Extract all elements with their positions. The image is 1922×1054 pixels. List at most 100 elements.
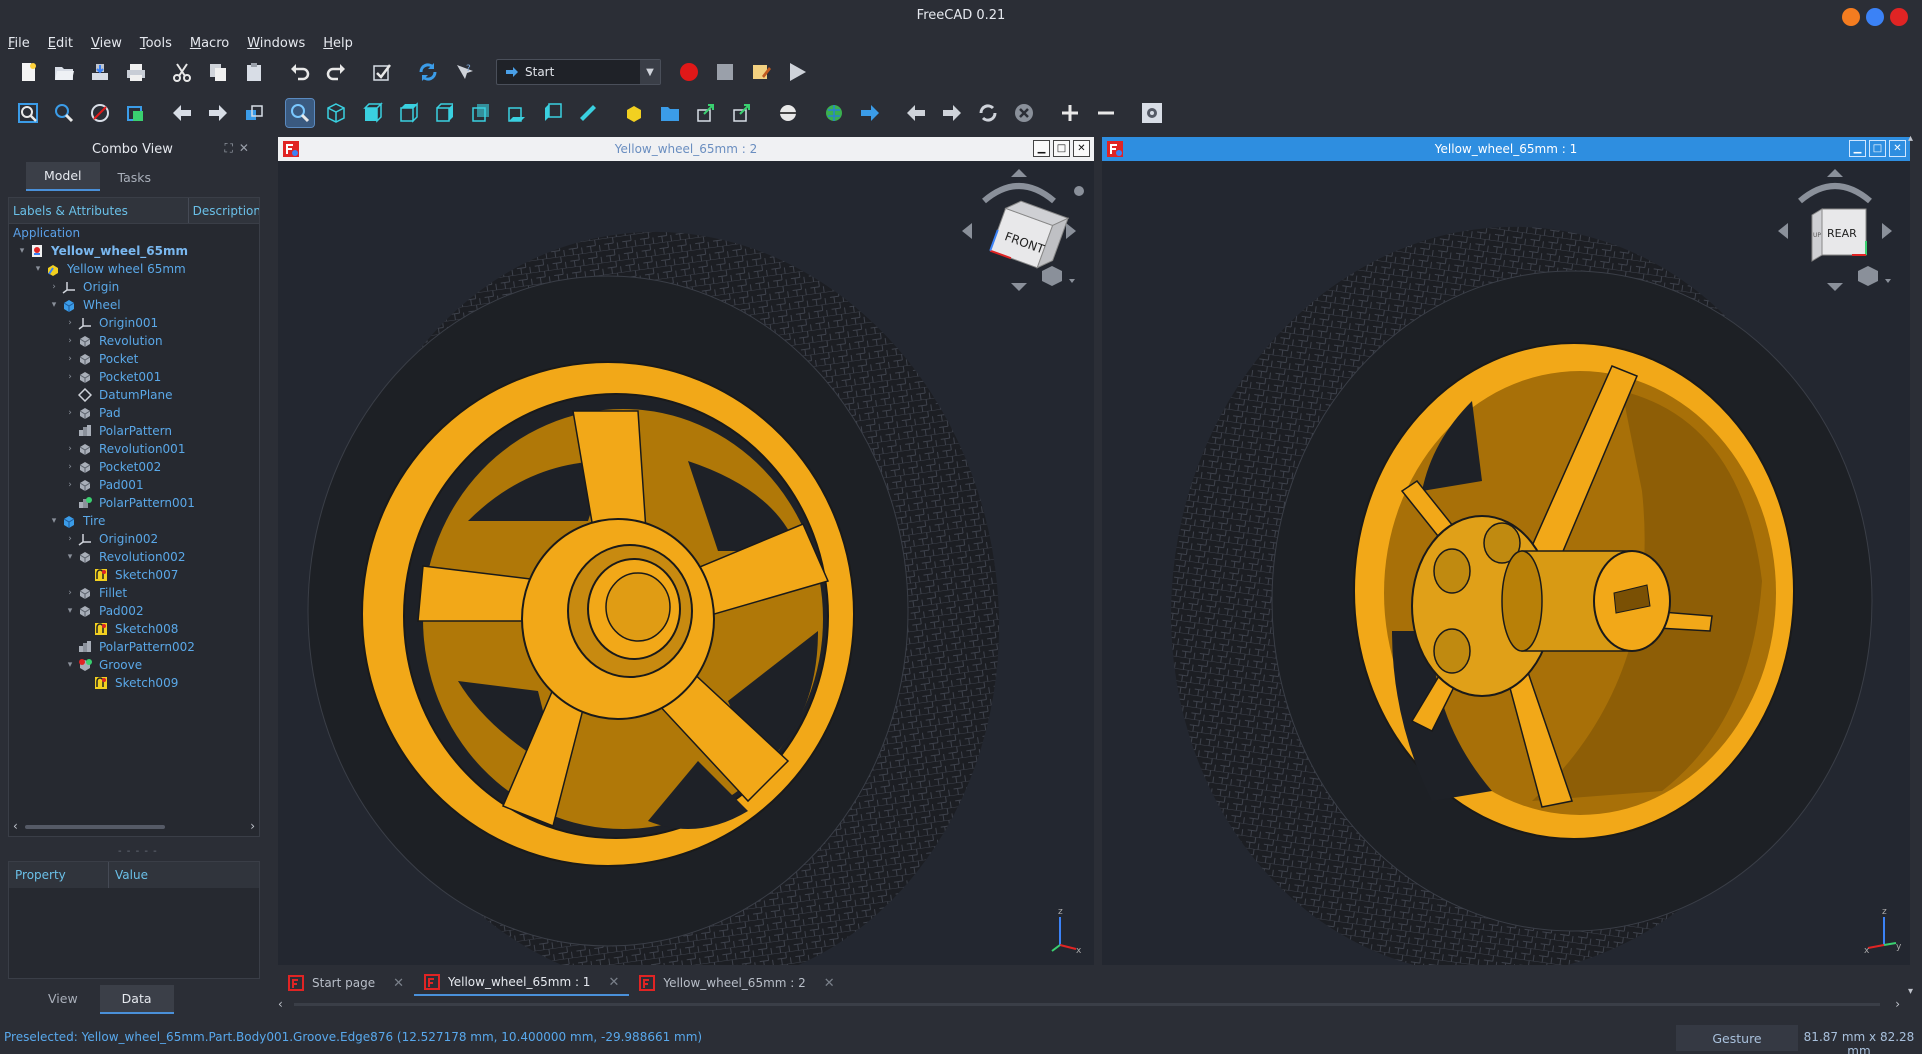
measure-distance-button[interactable] [574, 99, 602, 127]
create-part-button[interactable] [620, 99, 648, 127]
view-right-button[interactable] [430, 99, 458, 127]
3d-viewport[interactable]: FRONT z x [278, 161, 1094, 965]
collapsed-arrow-icon[interactable]: › [63, 462, 77, 472]
mdi-horizontal-scrollbar[interactable]: ‹ › [278, 997, 1900, 1012]
navigation-style-button[interactable]: Gesture [1676, 1025, 1798, 1051]
collapsed-arrow-icon[interactable]: › [63, 318, 77, 328]
expanded-arrow-icon[interactable]: ▾ [15, 246, 29, 256]
view-rear-button[interactable] [466, 99, 494, 127]
value-column-header[interactable]: Value [109, 862, 154, 888]
mdi-vertical-scrollbar[interactable]: ▴ ▾ [1908, 133, 1918, 997]
doc-tab-view-1[interactable]: Yellow_wheel_65mm : 1 ✕ [414, 970, 630, 996]
tree-item[interactable]: Sketch008 [9, 620, 259, 638]
collapsed-arrow-icon[interactable]: › [63, 354, 77, 364]
view-window-2[interactable]: Yellow_wheel_65mm : 2 ▁ □ ✕ FRONT z x [278, 137, 1094, 965]
close-tab-icon[interactable]: ✕ [393, 976, 404, 991]
cut-button[interactable] [168, 58, 196, 86]
tree-item[interactable]: Sketch007 [9, 566, 259, 584]
collapsed-arrow-icon[interactable]: › [63, 480, 77, 490]
std-view-group-button[interactable] [285, 98, 315, 128]
close-button[interactable] [1890, 8, 1908, 26]
link-actions-button[interactable] [728, 99, 756, 127]
chevron-left-icon[interactable]: ‹ [13, 819, 18, 833]
view-bottom-button[interactable] [502, 99, 530, 127]
tree-item[interactable]: ▾ Pad002 [9, 602, 259, 620]
undo-button[interactable] [286, 58, 314, 86]
web-start-button[interactable] [820, 99, 848, 127]
print-button[interactable] [122, 58, 150, 86]
fit-all-button[interactable] [14, 99, 42, 127]
web-back-button[interactable] [902, 99, 930, 127]
maximize-view-button[interactable]: □ [1869, 140, 1886, 157]
expanded-arrow-icon[interactable]: ▾ [63, 606, 77, 616]
back-button[interactable] [168, 99, 196, 127]
model-tree[interactable]: Labels & Attributes Description Applicat… [8, 197, 260, 837]
tree-item[interactable]: ▾ Groove [9, 656, 259, 674]
minimize-view-button[interactable]: ▁ [1033, 140, 1050, 157]
new-document-button[interactable] [14, 58, 42, 86]
tree-horizontal-scrollbar[interactable]: ‹ › [13, 819, 255, 833]
tree-item[interactable]: › Pad [9, 404, 259, 422]
tree-item[interactable]: ▾ Yellow_wheel_65mm [9, 242, 259, 260]
close-view-button[interactable]: ✕ [1889, 140, 1906, 157]
collapsed-arrow-icon[interactable]: › [63, 444, 77, 454]
navigation-cube[interactable]: REAR UP [1760, 161, 1910, 301]
doc-tab-view-2[interactable]: Yellow_wheel_65mm : 2 ✕ [629, 970, 844, 996]
draw-style-button[interactable] [86, 99, 114, 127]
tree-item[interactable]: ▾ Yellow wheel 65mm [9, 260, 259, 278]
doc-tab-start-page[interactable]: Start page ✕ [278, 970, 414, 996]
expanded-arrow-icon[interactable]: ▾ [31, 264, 45, 274]
panel-controls[interactable]: ⛶✕ [225, 141, 255, 156]
view-left-button[interactable] [538, 99, 566, 127]
tree-item[interactable]: › Fillet [9, 584, 259, 602]
chevron-right-icon[interactable]: › [1895, 997, 1900, 1011]
close-tab-icon[interactable]: ✕ [824, 976, 835, 991]
whats-this-button[interactable]: ? [450, 58, 478, 86]
tree-item[interactable]: ▾ Revolution002 [9, 548, 259, 566]
menu-view[interactable]: View [89, 34, 124, 56]
expanded-arrow-icon[interactable]: ▾ [63, 552, 77, 562]
minimize-view-button[interactable]: ▁ [1849, 140, 1866, 157]
collapsed-arrow-icon[interactable]: › [63, 372, 77, 382]
tab-data[interactable]: Data [99, 985, 174, 1014]
chevron-down-icon[interactable]: ▾ [1908, 986, 1913, 997]
expanded-arrow-icon[interactable]: ▾ [47, 300, 61, 310]
copy-button[interactable] [204, 58, 232, 86]
preferences-button[interactable] [1138, 99, 1166, 127]
tree-item[interactable]: ▾ Wheel [9, 296, 259, 314]
tree-item[interactable]: › Origin002 [9, 530, 259, 548]
web-forward-button[interactable] [938, 99, 966, 127]
redo-button[interactable] [322, 58, 350, 86]
chevron-up-icon[interactable]: ▴ [1908, 133, 1913, 144]
tree-item[interactable]: PolarPattern [9, 422, 259, 440]
maximize-view-button[interactable]: □ [1053, 140, 1070, 157]
collapsed-arrow-icon[interactable]: › [63, 534, 77, 544]
macro-play-button[interactable] [783, 58, 811, 86]
macro-edit-button[interactable] [747, 58, 775, 86]
expanded-arrow-icon[interactable]: ▾ [63, 660, 77, 670]
view-top-button[interactable] [394, 99, 422, 127]
menu-windows[interactable]: Windows [245, 34, 307, 56]
3d-viewport[interactable]: REAR UP z x y [1102, 161, 1910, 965]
tree-column-labels[interactable]: Labels & Attributes [9, 198, 189, 223]
tree-item[interactable]: › Origin [9, 278, 259, 296]
stereo-button[interactable] [240, 99, 268, 127]
tree-column-description[interactable]: Description [189, 198, 259, 223]
menu-edit[interactable]: Edit [46, 34, 75, 56]
view-window-titlebar[interactable]: Yellow_wheel_65mm : 1 ▁ □ ✕ [1102, 137, 1910, 161]
collapsed-arrow-icon[interactable]: › [63, 588, 77, 598]
close-tab-icon[interactable]: ✕ [608, 975, 619, 990]
tree-item[interactable]: › Origin001 [9, 314, 259, 332]
workbench-selector[interactable]: Start ▼ [496, 59, 661, 85]
save-button[interactable] [86, 58, 114, 86]
property-column-header[interactable]: Property [9, 862, 109, 888]
view-window-titlebar[interactable]: Yellow_wheel_65mm : 2 ▁ □ ✕ [278, 137, 1094, 161]
tree-item[interactable]: DatumPlane [9, 386, 259, 404]
tree-item[interactable]: › Pocket002 [9, 458, 259, 476]
forward-button[interactable] [204, 99, 232, 127]
tree-item[interactable]: › Pad001 [9, 476, 259, 494]
expanded-arrow-icon[interactable]: ▾ [47, 516, 61, 526]
tab-view[interactable]: View [26, 985, 100, 1014]
refresh-button[interactable] [368, 58, 396, 86]
link-button[interactable] [692, 99, 720, 127]
